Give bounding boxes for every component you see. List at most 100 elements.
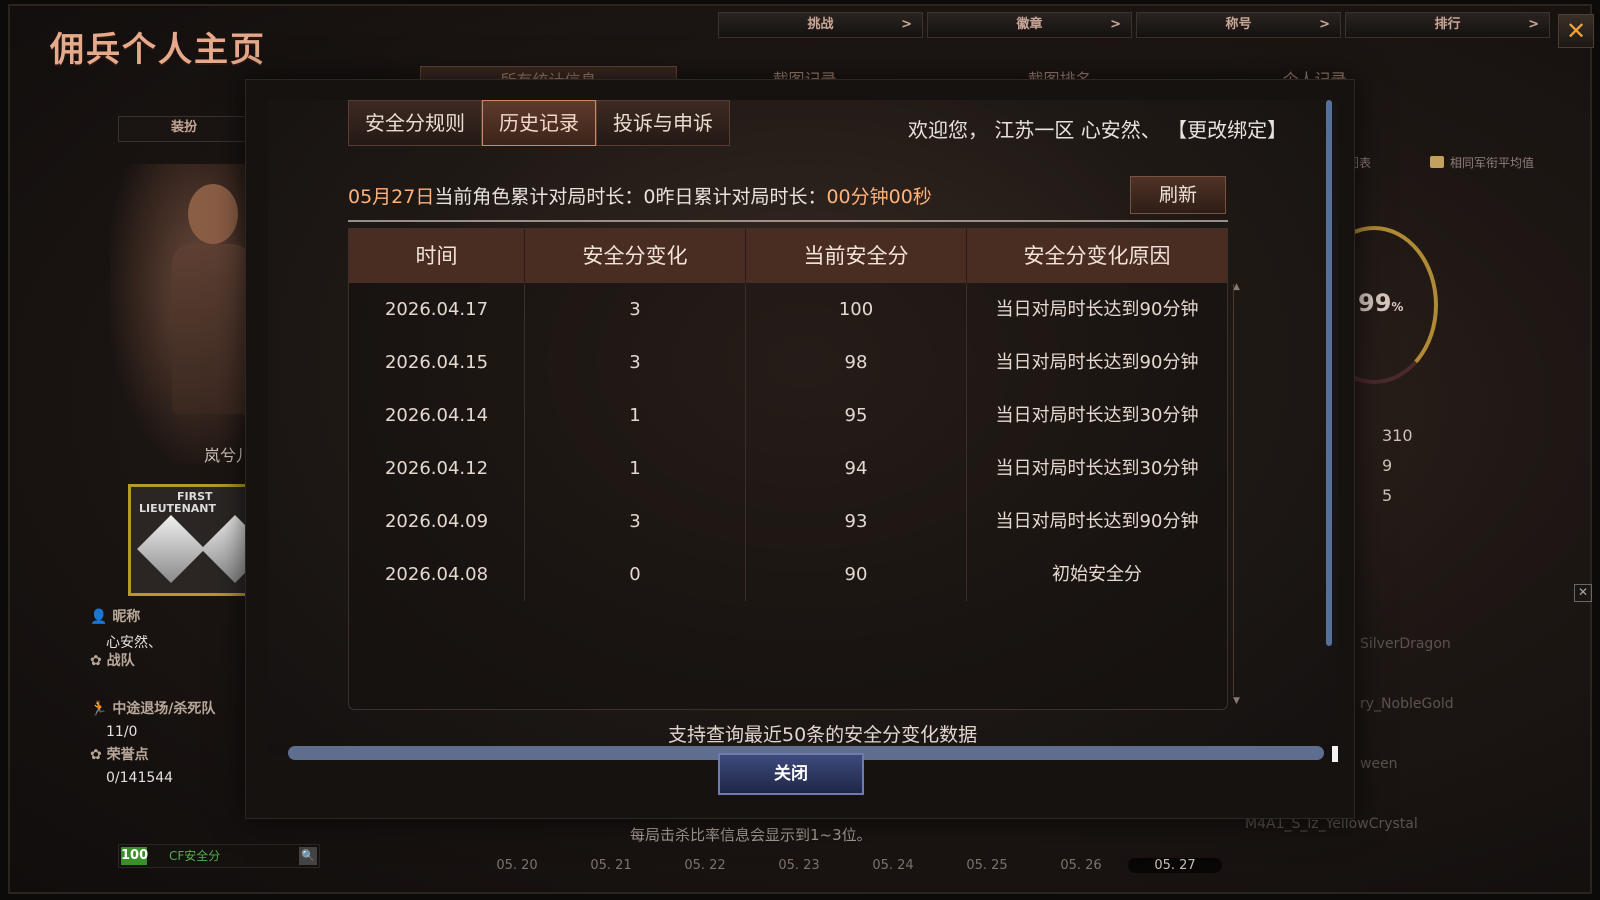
cell-reason: 当日对局时长达到90分钟	[995, 299, 1199, 320]
cell-current: 90	[746, 548, 967, 601]
cell-current: 94	[746, 442, 967, 495]
page-title: 佣兵个人主页	[50, 30, 266, 70]
cell-current: 93	[746, 495, 967, 548]
close-button[interactable]: 关闭	[718, 753, 864, 795]
cell-time: 2026.04.12	[349, 442, 525, 495]
dress-up-button[interactable]: 装扮	[118, 116, 250, 142]
player-name: ry_NobleGold	[1360, 696, 1454, 712]
divider	[348, 220, 1228, 222]
quit-kill-label: 🏃 中途退场/杀死队	[90, 701, 216, 717]
table-row: 2026.04.12 1 94 当日对局时长达到30分钟	[349, 442, 1227, 495]
character-body	[172, 244, 252, 414]
cell-time: 2026.04.14	[349, 389, 525, 442]
cell-time: 2026.04.15	[349, 336, 525, 389]
percentage-value: 99%	[1358, 289, 1404, 317]
character-portrait: 岚兮儿	[110, 164, 260, 465]
honor-value: 0/141544	[106, 770, 174, 786]
nickname-label: 👤 昵称	[90, 609, 141, 625]
window-close-button[interactable]: ✕	[1558, 14, 1594, 48]
cell-reason: 当日对局时长达到30分钟	[995, 458, 1199, 479]
date-item[interactable]: 05. 23	[752, 858, 846, 873]
safety-score-bar: 100 CF安全分 🔍	[118, 844, 320, 868]
kill-ratio-note: 每局击杀比率信息会显示到1~3位。	[630, 826, 872, 844]
nickname-value: 心安然、	[106, 635, 162, 651]
tab-badge[interactable]: 徽章 >	[927, 12, 1132, 38]
play-time-info: 05月27日当前角色累计对局时长：0昨日累计对局时长：00分钟00秒	[348, 186, 932, 208]
cell-reason: 当日对局时长达到90分钟	[995, 352, 1199, 373]
legend-swatch	[1430, 156, 1444, 168]
stat-value: 9	[1382, 456, 1393, 475]
col-change: 安全分变化	[525, 229, 746, 283]
date-item-active[interactable]: 05. 27	[1128, 858, 1222, 873]
safety-score: 100	[121, 847, 149, 865]
dialog-tabs: 安全分规则 历史记录 投诉与申诉	[348, 100, 730, 146]
dialog-vertical-scrollbar[interactable]	[1326, 100, 1332, 646]
tab-ranking[interactable]: 排行 >	[1345, 12, 1550, 38]
tab-challenge[interactable]: 挑战 >	[718, 12, 923, 38]
cell-change: 3	[525, 283, 746, 336]
table-body: 2026.04.17 3 100 当日对局时长达到90分钟 2026.04.15…	[349, 283, 1227, 601]
date-selector: 05. 20 05. 21 05. 22 05. 23 05. 24 05. 2…	[470, 858, 1222, 873]
honor-label: ✿ 荣誉点	[90, 747, 149, 763]
cell-time: 2026.04.09	[349, 495, 525, 548]
chevron-right-icon: >	[1110, 17, 1121, 32]
tab-safety-rules[interactable]: 安全分规则	[348, 100, 482, 146]
history-table: 时间 安全分变化 当前安全分 安全分变化原因 2026.04.17 3 100 …	[348, 228, 1228, 710]
stat-value: 5	[1382, 486, 1393, 505]
date-item[interactable]: 05. 25	[940, 858, 1034, 873]
date-item[interactable]: 05. 21	[564, 858, 658, 873]
safety-score-label: CF安全分	[169, 849, 221, 863]
cell-current: 98	[746, 336, 967, 389]
col-current: 当前安全分	[746, 229, 967, 283]
player-name: SilverDragon	[1360, 636, 1451, 652]
welcome-text: 欢迎您， 江苏一区 心安然、 【更改绑定】	[908, 118, 1288, 142]
date-item[interactable]: 05. 26	[1034, 858, 1128, 873]
cell-change: 1	[525, 389, 746, 442]
scroll-down-arrow-icon[interactable]: ▼	[1233, 696, 1240, 706]
dialog-content: 安全分规则 历史记录 投诉与申诉 欢迎您， 江苏一区 心安然、 【更改绑定】 0…	[268, 100, 1338, 762]
chevron-right-icon: >	[1319, 17, 1330, 32]
cell-change: 3	[525, 495, 746, 548]
table-row: 2026.04.09 3 93 当日对局时长达到90分钟	[349, 495, 1227, 548]
table-row: 2026.04.15 3 98 当日对局时长达到90分钟	[349, 336, 1227, 389]
table-scrollbar[interactable]	[1233, 284, 1242, 696]
cell-current: 100	[746, 283, 967, 336]
safety-score-dialog: 安全分规则 历史记录 投诉与申诉 欢迎您， 江苏一区 心安然、 【更改绑定】 0…	[245, 79, 1355, 819]
table-header: 时间 安全分变化 当前安全分 安全分变化原因	[349, 229, 1227, 283]
chevron-right-icon: >	[901, 17, 912, 32]
cell-change: 3	[525, 336, 746, 389]
team-label: ✿ 战队	[90, 653, 135, 669]
cell-change: 1	[525, 442, 746, 495]
cell-time: 2026.04.08	[349, 548, 525, 601]
col-time: 时间	[349, 229, 525, 283]
rank-text: FIRST LIEUTENANT	[139, 490, 216, 515]
refresh-button[interactable]: 刷新	[1130, 176, 1226, 214]
top-tabs: 挑战 > 徽章 > 称号 > 排行 >	[718, 12, 1550, 38]
character-head	[188, 184, 238, 244]
rank-badge: FIRST LIEUTENANT	[128, 484, 260, 596]
table-row: 2026.04.17 3 100 当日对局时长达到90分钟	[349, 283, 1227, 336]
col-reason: 安全分变化原因	[1023, 244, 1171, 268]
cell-change: 0	[525, 548, 746, 601]
player-name: ween	[1360, 756, 1398, 772]
cell-reason: 初始安全分	[1052, 564, 1142, 585]
cell-time: 2026.04.17	[349, 283, 525, 336]
tab-title[interactable]: 称号 >	[1136, 12, 1341, 38]
date-item[interactable]: 05. 24	[846, 858, 940, 873]
close-icon[interactable]: ✕	[1574, 584, 1592, 602]
date-item[interactable]: 05. 22	[658, 858, 752, 873]
profile-panel: 装扮 岚兮儿 FIRST LIEUTENANT 👤 昵称 心安然、 ✿ 战队 🏃…	[90, 114, 260, 814]
tab-complaint[interactable]: 投诉与申诉	[596, 100, 730, 146]
chevron-right-icon: >	[1528, 17, 1539, 32]
date-item[interactable]: 05. 20	[470, 858, 564, 873]
rank-diamond-icon	[137, 515, 205, 583]
cell-reason: 当日对局时长达到90分钟	[995, 511, 1199, 532]
scrollbar-end-cap	[1332, 746, 1338, 762]
cell-reason: 当日对局时长达到30分钟	[995, 405, 1199, 426]
table-row: 2026.04.14 1 95 当日对局时长达到30分钟	[349, 389, 1227, 442]
cell-current: 95	[746, 389, 967, 442]
tab-history[interactable]: 历史记录	[482, 100, 596, 146]
query-limit-note: 支持查询最近50条的安全分变化数据	[668, 724, 978, 746]
rank-average-legend: 相同军衔平均值	[1450, 156, 1535, 170]
search-icon[interactable]: 🔍	[299, 847, 317, 865]
